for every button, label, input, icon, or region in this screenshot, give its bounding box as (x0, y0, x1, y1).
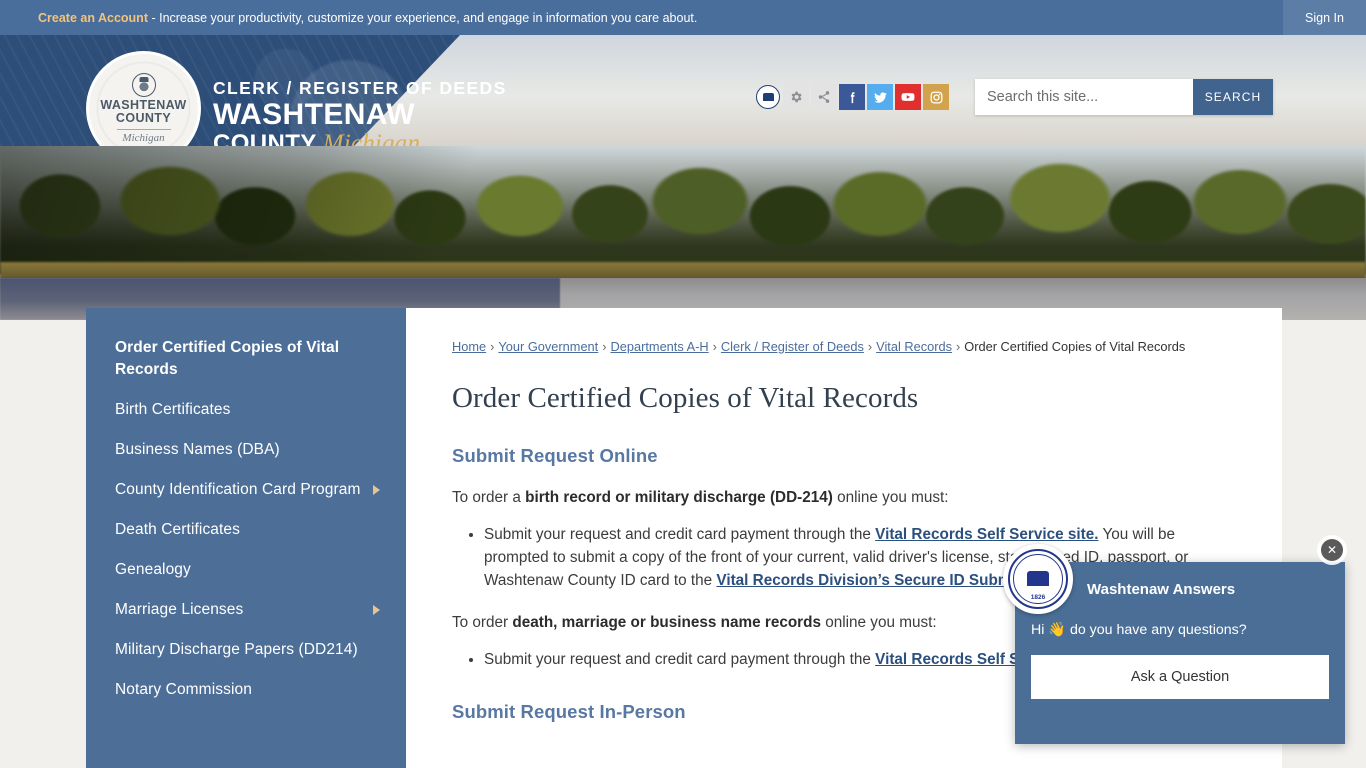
sidebar-item-order-certified-copies[interactable]: Order Certified Copies of Vital Records (86, 328, 406, 390)
sidebar-item-label: Order Certified Copies of Vital Records (115, 339, 340, 378)
topbar-message-text: - Increase your productivity, customize … (147, 10, 698, 25)
instagram-icon[interactable] (923, 84, 949, 110)
paragraph-text: To order a (452, 489, 526, 506)
sidebar-item-label: Birth Certificates (115, 401, 231, 418)
search-button[interactable]: SEARCH (1193, 79, 1273, 115)
sidebar-item-business-names[interactable]: Business Names (DBA) (86, 430, 406, 470)
breadcrumb-separator: › (490, 339, 495, 354)
sidebar-item-genealogy[interactable]: Genealogy (86, 550, 406, 590)
chat-avatar: 1826 (1003, 544, 1073, 614)
sidebar-item-label: Notary Commission (115, 681, 252, 698)
main-navigation: Vital Records Register of Deeds Election… (500, 139, 1300, 146)
breadcrumb-separator: › (956, 339, 961, 354)
seal-crest-icon (131, 73, 156, 97)
chat-greeting-post: do you have any questions? (1066, 622, 1247, 638)
sidebar-item-label: County Identification Card Program (115, 481, 361, 498)
section-sidebar: Order Certified Copies of Vital Records … (86, 308, 406, 768)
sidebar-item-military-discharge-papers[interactable]: Military Discharge Papers (DD214) (86, 630, 406, 670)
link-vital-records-self-service[interactable]: Vital Records Self Service site. (875, 526, 1098, 543)
hero-banner-image (0, 146, 1366, 320)
paragraph-birth-record: To order a birth record or military disc… (452, 486, 1240, 509)
site-search: SEARCH (975, 79, 1273, 115)
chat-greeting-pre: Hi (1031, 622, 1049, 638)
sidebar-item-label: Genealogy (115, 561, 191, 578)
brand-county: COUNTY (213, 130, 317, 146)
paragraph-text: online you must: (832, 489, 949, 506)
list-text: Submit your request and credit card paym… (484, 526, 876, 543)
hero-shadow (0, 146, 620, 274)
nav-item-register-of-deeds[interactable]: Register of Deeds (660, 139, 820, 146)
chat-seal-year: 1826 (1030, 594, 1046, 601)
nav-item-elections[interactable]: Elections (820, 139, 980, 146)
sidebar-item-label: Marriage Licenses (115, 601, 244, 618)
chat-close-icon[interactable]: ✕ (1321, 539, 1343, 561)
breadcrumb-link-home[interactable]: Home (452, 339, 486, 354)
chat-widget: 1826 Washtenaw Answers Hi 👋 do you have … (1003, 544, 1345, 744)
paragraph-text: To order (452, 614, 513, 631)
social-icon-bar (755, 84, 949, 110)
paragraph-text: online you must: (820, 614, 937, 631)
sidebar-item-county-id-card-program[interactable]: County Identification Card Program (86, 470, 406, 510)
brand-department: CLERK / REGISTER OF DEEDS (213, 78, 507, 98)
sidebar-item-label: Military Discharge Papers (DD214) (115, 641, 358, 658)
breadcrumb-separator: › (602, 339, 607, 354)
page-title: Order Certified Copies of Vital Records (452, 382, 919, 414)
topbar-message: Create an Account - Increase your produc… (0, 11, 697, 25)
seal-line-3: Michigan (122, 132, 165, 144)
nav-item-vital-records[interactable]: Vital Records (500, 139, 660, 146)
waving-hand-icon: 👋 (1048, 622, 1067, 638)
breadcrumb-link-departments[interactable]: Departments A-H (611, 339, 709, 354)
seal-line-1: WASHTENAW (100, 98, 187, 112)
brand-county-line: COUNTY Michigan (213, 129, 507, 146)
facebook-icon[interactable] (839, 84, 865, 110)
nav-item-how-do-i[interactable]: How Do I (1140, 139, 1300, 146)
sidebar-item-notary-commission[interactable]: Notary Commission (86, 670, 406, 710)
brand-washtenaw: WASHTENAW (213, 98, 415, 131)
chevron-right-icon (373, 485, 380, 495)
breadcrumb-link-vital-records[interactable]: Vital Records (876, 339, 952, 354)
site-header: WASHTENAW COUNTY Michigan CLERK / REGIST… (0, 35, 1366, 146)
search-input[interactable] (975, 79, 1193, 115)
sidebar-item-birth-certificates[interactable]: Birth Certificates (86, 390, 406, 430)
twitter-icon[interactable] (867, 84, 893, 110)
chat-greeting: Hi 👋 do you have any questions? (1015, 622, 1345, 638)
sign-in-button[interactable]: Sign In (1283, 0, 1366, 35)
sidebar-item-label: Death Certificates (115, 521, 240, 538)
chevron-right-icon (373, 605, 380, 615)
youtube-icon[interactable] (895, 84, 921, 110)
breadcrumb: Home › Your Government › Departments A-H › Cle… (452, 338, 1240, 355)
section-heading-submit-online: Submit Request Online (452, 445, 658, 466)
sidebar-item-death-certificates[interactable]: Death Certificates (86, 510, 406, 550)
brand-wordmark[interactable]: CLERK / REGISTER OF DEEDS WASHTENAW COUN… (213, 78, 507, 147)
paragraph-bold: death, marriage or business name records (512, 614, 821, 631)
share-icon[interactable] (811, 84, 837, 110)
seal-line-2: COUNTY (115, 111, 172, 125)
gear-icon[interactable] (783, 84, 809, 110)
breadcrumb-separator: › (867, 339, 873, 354)
county-seal-icon[interactable] (755, 84, 781, 110)
paragraph-bold: birth record or military discharge (DD-2… (525, 489, 833, 506)
breadcrumb-current: Order Certified Copies of Vital Records (964, 339, 1186, 354)
breadcrumb-separator: › (712, 339, 717, 354)
sidebar-item-label: Business Names (DBA) (115, 441, 280, 458)
account-topbar: Create an Account - Increase your produc… (0, 0, 1366, 35)
breadcrumb-link-clerk-register-of-deeds[interactable]: Clerk / Register of Deeds (721, 339, 864, 354)
brand-state: Michigan (322, 130, 421, 146)
sidebar-item-marriage-licenses[interactable]: Marriage Licenses (86, 590, 406, 630)
seal-divider (116, 129, 171, 130)
chat-title: Washtenaw Answers (1087, 580, 1236, 598)
nav-item-other-services[interactable]: Other Services (980, 139, 1140, 146)
ask-a-question-button[interactable]: Ask a Question (1031, 655, 1329, 699)
list-text: Submit your request and credit card paym… (484, 651, 876, 668)
breadcrumb-link-your-government[interactable]: Your Government (498, 339, 598, 354)
create-account-link[interactable]: Create an Account (38, 11, 148, 25)
